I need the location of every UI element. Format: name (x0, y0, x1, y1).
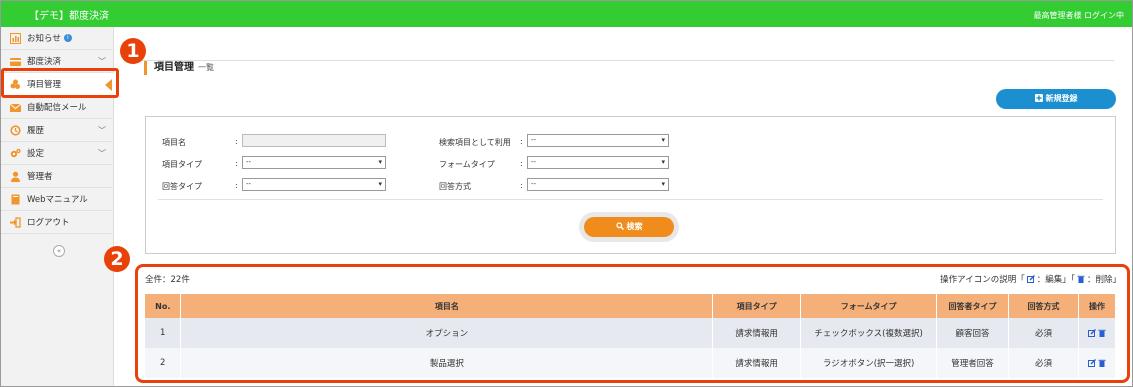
chevron-down-icon: ▾ (661, 136, 665, 144)
annotation-badge-2: 2 (104, 246, 130, 272)
colon: : (235, 181, 238, 190)
sidebar-item-label: ログアウト (27, 218, 70, 228)
colon: : (520, 159, 523, 168)
colon: : (235, 159, 238, 168)
answer-method-label: 回答方式 (439, 182, 471, 191)
answer-type-label: 回答タイプ (162, 182, 202, 191)
sidebar-item-label: 自動配信メール (27, 103, 87, 113)
card-icon (10, 56, 21, 67)
sidebar-item-manual[interactable]: Webマニュアル (1, 188, 114, 211)
sidebar-item-label: 履歴 (27, 126, 45, 136)
chevron-down-icon: ﹀ (98, 149, 106, 158)
sidebar-item-label: お知らせ (27, 34, 61, 44)
sidebar-item-label: 都度決済 (27, 57, 62, 67)
search-divider (158, 199, 1103, 200)
form-type-select[interactable]: -- ▾ (527, 156, 669, 169)
sidebar-item-label: 設定 (27, 149, 45, 159)
search-panel: 項目名 : 検索項目として利用 : -- ▾ 項目タイプ : -- ▾ フォームタイ… (145, 116, 1116, 254)
login-status: 最高管理者様 ログイン中 (1033, 11, 1124, 20)
form-type-label: フォームタイプ (439, 160, 495, 169)
chevron-down-icon: ﹀ (98, 126, 106, 135)
sidebar-item-history[interactable]: 履歴 ﹀ (1, 119, 114, 142)
item-name-label: 項目名 (162, 138, 186, 147)
sidebar-collapse-button[interactable]: « (53, 245, 65, 257)
user-icon (10, 171, 21, 182)
item-type-select[interactable]: -- ▾ (242, 156, 386, 169)
sidebar-item-news[interactable]: お知らせ i (1, 27, 114, 50)
chevron-down-icon: ▾ (661, 158, 665, 166)
chevron-down-icon: ▾ (661, 180, 665, 188)
book-icon (10, 194, 21, 205)
new-register-button[interactable]: 新規登録 (996, 89, 1116, 109)
chevron-down-icon: ▾ (378, 180, 382, 188)
chevron-down-icon: ﹀ (98, 57, 106, 66)
colon: : (520, 181, 523, 190)
answer-method-select[interactable]: -- ▾ (527, 178, 669, 191)
info-icon: i (63, 34, 72, 42)
highlight-box-1 (1, 68, 119, 98)
bar-chart-icon (10, 32, 21, 44)
colon: : (520, 137, 523, 146)
mail-icon (9, 102, 22, 113)
plus-icon (1034, 94, 1043, 102)
use-as-search-label: 検索項目として利用 (439, 138, 511, 147)
top-bar: 【デモ】都度決済 最高管理者様 ログイン中 (1, 1, 1132, 27)
gear-icon (10, 148, 21, 159)
app-title: 【デモ】都度決済 (29, 11, 109, 22)
page-title: 項目管理 一覧 (144, 61, 214, 75)
chevron-down-icon: ▾ (378, 158, 382, 166)
item-type-label: 項目タイプ (162, 160, 202, 169)
item-name-input[interactable] (242, 134, 386, 147)
logout-icon (10, 216, 21, 228)
magnifier-icon (615, 222, 624, 231)
annotation-badge-1: 1 (120, 38, 146, 64)
search-button[interactable]: 検索 (584, 217, 674, 237)
sidebar-item-admin[interactable]: 管理者 (1, 165, 114, 188)
sidebar-item-label: 管理者 (27, 172, 53, 182)
highlight-box-2 (135, 264, 1130, 383)
sidebar-item-logout[interactable]: ログアウト (1, 211, 114, 234)
sidebar-item-auto-mail[interactable]: 自動配信メール (1, 96, 114, 119)
colon: : (235, 137, 238, 146)
answer-type-select[interactable]: -- ▾ (242, 178, 386, 191)
history-icon (10, 124, 21, 136)
search-button-wrap: 検索 (579, 212, 679, 242)
page-subtitle: 一覧 (198, 63, 214, 72)
sidebar-item-settings[interactable]: 設定 ﹀ (1, 142, 114, 165)
sidebar-item-label: Webマニュアル (27, 195, 88, 205)
use-as-search-select[interactable]: -- ▾ (527, 134, 669, 147)
title-divider (124, 60, 1114, 61)
